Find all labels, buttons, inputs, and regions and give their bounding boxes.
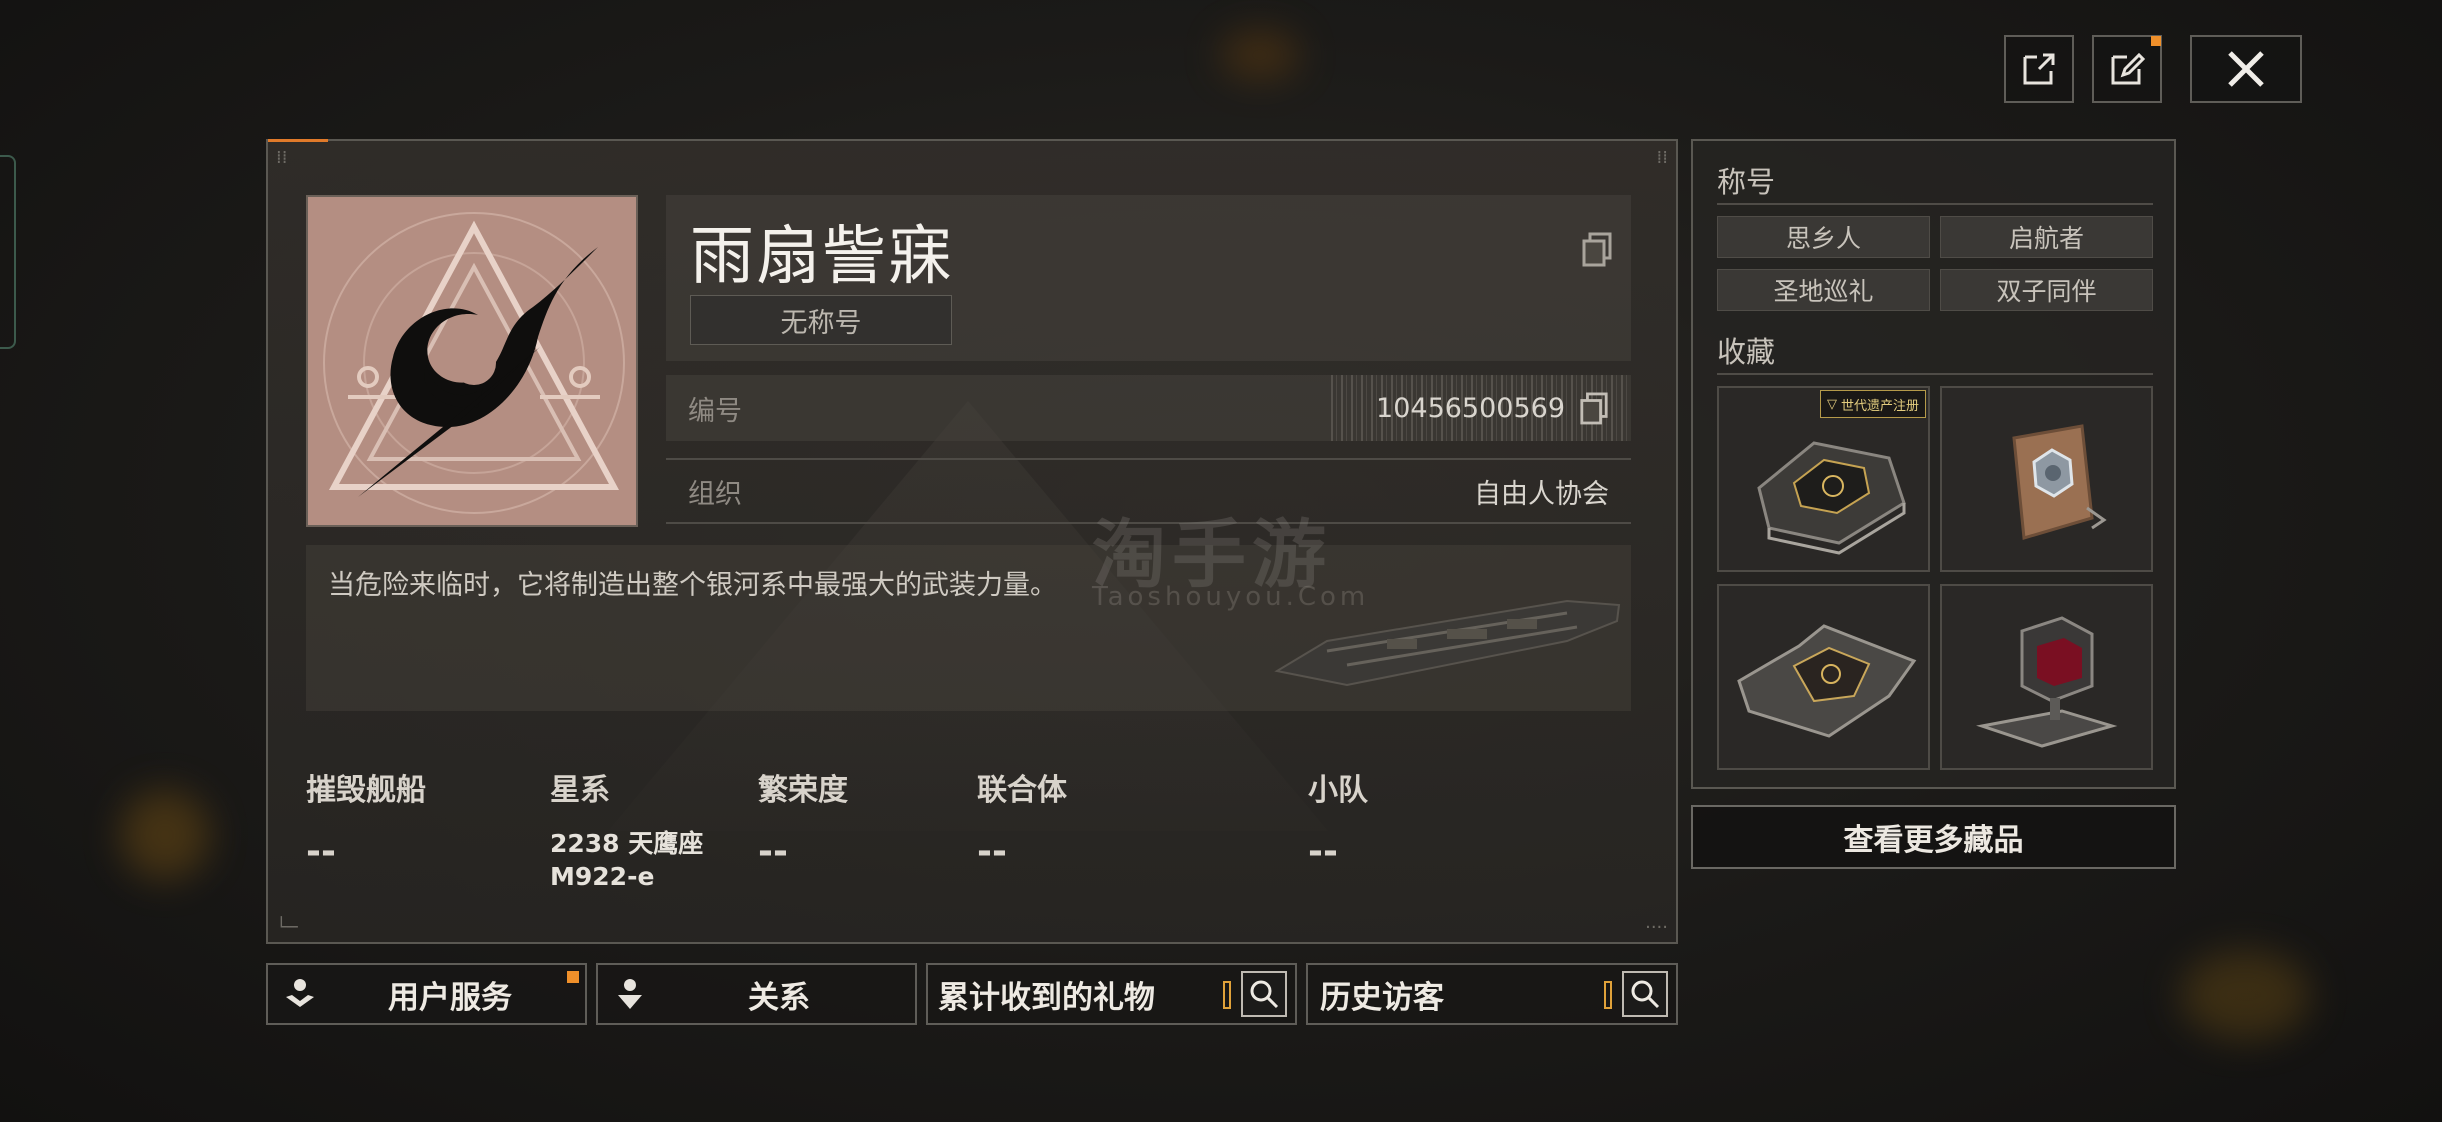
stat-value: --	[977, 831, 1007, 872]
user-service-label: 用户服务	[388, 979, 512, 1016]
gifts-received-label: 累计收到的礼物	[938, 979, 1155, 1016]
stat-value: --	[758, 831, 788, 872]
relations-label: 关系	[748, 979, 810, 1016]
user-service-notification-dot	[567, 971, 579, 983]
collection-badge: ▽ 世代遗产注册	[1819, 390, 1926, 418]
collection-item-4[interactable]	[1940, 584, 2153, 770]
stat-label: 摧毁舰船	[306, 773, 426, 808]
stat-value-line1: 2238 天鹰座	[550, 829, 704, 858]
share-icon	[2023, 53, 2055, 85]
collection-item-3[interactable]	[1717, 584, 1930, 770]
collection-divider	[1717, 373, 2153, 375]
relations-button[interactable]: 关系	[596, 963, 917, 1025]
close-button[interactable]	[2190, 35, 2302, 103]
faction-emblem-icon	[323, 212, 625, 514]
search-icon	[1250, 980, 1279, 1009]
watermark-subtext: Taoshouyou.Com	[1092, 582, 1370, 612]
collection-item-2[interactable]	[1940, 386, 2153, 572]
stat-prosperity: 繁荣度 --	[758, 765, 848, 872]
stat-label: 星系	[550, 773, 610, 808]
stat-label: 小队	[1308, 773, 1368, 808]
share-button[interactable]	[2004, 35, 2074, 103]
collection-heading: 收藏	[1717, 335, 1776, 369]
stat-label: 繁荣度	[758, 773, 848, 808]
notification-dot	[2151, 36, 2161, 46]
history-visitors-label: 历史访客	[1320, 979, 1444, 1016]
id-value: 10456500569	[1376, 392, 1565, 424]
visitors-indicator	[1604, 981, 1612, 1009]
title-chip-voyager[interactable]: 启航者	[1940, 216, 2153, 258]
corner-mark-bl: └─	[276, 917, 298, 938]
copy-id-icon[interactable]	[1579, 391, 1609, 425]
titles-divider	[1717, 203, 2153, 205]
stat-squad: 小队 --	[1308, 765, 1368, 872]
view-more-collectibles-button[interactable]: 查看更多藏品	[1691, 805, 2176, 869]
corner-mark-br: ····	[1645, 917, 1668, 938]
stat-destroyed-ships: 摧毁舰船 --	[306, 765, 426, 872]
plaque-icon	[2012, 424, 2107, 540]
relations-icon	[618, 979, 642, 1009]
history-visitors-field[interactable]: 历史访客	[1306, 963, 1678, 1025]
bg-glow-left	[120, 790, 210, 880]
bg-glow-top	[1220, 30, 1300, 80]
gifts-search-button[interactable]	[1241, 971, 1287, 1017]
side-drawer-handle[interactable]	[0, 155, 16, 349]
stat-value: --	[1308, 831, 1338, 872]
search-icon	[1631, 980, 1660, 1009]
corner-mark-tl: ⁞⁞	[276, 147, 288, 168]
title-chip-pilgrimage[interactable]: 圣地巡礼	[1717, 269, 1930, 311]
id-value-wrap: 10456500569	[1376, 391, 1609, 425]
player-id-row: 编号 10456500569	[666, 375, 1631, 441]
bg-glow-right	[2180, 950, 2310, 1040]
stat-label: 联合体	[977, 773, 1067, 808]
org-label: 组织	[688, 478, 742, 510]
stat-value: --	[306, 831, 336, 872]
id-label: 编号	[688, 395, 742, 427]
user-service-button[interactable]: 用户服务	[266, 963, 587, 1025]
corner-mark-tr: ⁞⁞	[1656, 147, 1668, 168]
badge-text: 世代遗产注册	[1840, 398, 1919, 414]
title-chip[interactable]: 无称号	[690, 295, 952, 345]
close-icon	[2228, 51, 2264, 87]
collection-item-1[interactable]: ▽ 世代遗产注册	[1717, 386, 1930, 572]
title-chip-gemini[interactable]: 双子同伴	[1940, 269, 2153, 311]
description-text: 当危险来临时，它将制造出整个银河系中最强大的武装力量。	[328, 570, 1057, 601]
stat-star-system: 星系 2238 天鹰座 M922-e	[550, 765, 703, 893]
stat-alliance: 联合体 --	[977, 765, 1067, 872]
visitors-search-button[interactable]	[1622, 971, 1668, 1017]
badge-icon: ▽	[1826, 396, 1837, 412]
side-panel: 称号 思乡人 启航者 圣地巡礼 双子同伴 收藏 ▽ 世代遗产注册	[1691, 139, 2176, 789]
cube-device-icon	[1976, 616, 2118, 748]
titles-heading: 称号	[1717, 165, 1776, 199]
avatar[interactable]	[306, 195, 638, 527]
stat-value-line2: M922-e	[550, 862, 655, 891]
panel-accent	[268, 139, 328, 142]
name-card: 雨扇訾寐 无称号	[666, 195, 1631, 361]
user-service-icon	[286, 979, 314, 1007]
title-chip-homesick[interactable]: 思乡人	[1717, 216, 1930, 258]
edit-profile-button[interactable]	[2092, 35, 2162, 103]
cross-module-icon	[1737, 624, 1917, 738]
player-name: 雨扇訾寐	[690, 220, 954, 294]
gifts-received-field[interactable]: 累计收到的礼物	[926, 963, 1297, 1025]
edit-icon	[2111, 52, 2146, 85]
description-box: 当危险来临时，它将制造出整个银河系中最强大的武装力量。	[306, 545, 1631, 711]
org-value: 自由人协会	[1474, 478, 1609, 510]
gifts-indicator	[1223, 981, 1231, 1009]
copy-icon[interactable]	[1581, 231, 1613, 267]
